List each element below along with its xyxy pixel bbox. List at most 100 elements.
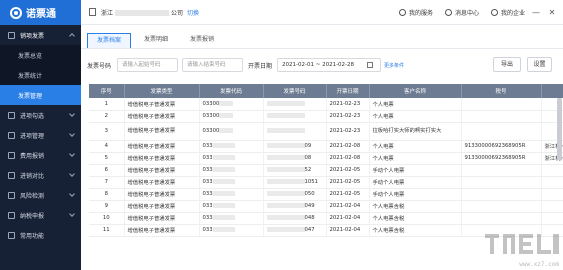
chevron-down-icon	[69, 151, 75, 157]
column-header[interactable]: 发票类型	[124, 84, 200, 98]
table-row[interactable]: 7 增值税电子普通发票 033 1051 2021-02-05 手动个人电票	[89, 176, 563, 189]
cell-tax-id	[461, 122, 542, 141]
number-visible-part: 09	[304, 143, 312, 149]
compare-icon	[8, 171, 15, 179]
cell-buyer	[541, 176, 563, 189]
column-header[interactable]: 发票号码	[263, 84, 327, 98]
cell-number: 08	[263, 152, 327, 165]
table-header-row: 序号发票类型发票代码发票号码开票日期客户名称税号购方	[89, 84, 563, 98]
column-header[interactable]: 客户名称	[369, 84, 462, 98]
sidebar-item-invoice-statistics[interactable]: 发票统计	[0, 65, 81, 85]
cell-tax-id	[461, 212, 542, 225]
sidebar-group-compare[interactable]: 进销对比	[0, 165, 81, 185]
message-center-button[interactable]: 消息中心	[444, 8, 479, 17]
cell-type: 增值税电子普通发票	[124, 224, 200, 237]
cell-customer: 个人电票	[369, 140, 462, 153]
cell-tax-id	[461, 188, 542, 201]
cell-customer: 个人电票	[369, 98, 462, 111]
app-logo[interactable]: 诺票通	[0, 0, 81, 25]
cell-customer: 手动个人电票	[369, 176, 462, 189]
tab-invoice-archive[interactable]: 发票档案	[87, 33, 132, 48]
column-header[interactable]: 税号	[461, 84, 542, 98]
sidebar-group-label: 进项勾选	[20, 112, 45, 120]
cell-buyer	[541, 188, 563, 201]
tab-bar: 发票档案 发票明细 发票报销	[81, 31, 563, 49]
code-visible-part: 033	[202, 155, 213, 161]
code-visible-part: 03300	[202, 113, 220, 119]
table-row[interactable]: 4 增值税电子普通发票 033 09 2021-02-08 个人电票 91330000692…	[89, 140, 563, 153]
cell-code: 033	[199, 140, 264, 153]
sidebar-group-risk[interactable]: 风险检测	[0, 185, 81, 205]
cell-number	[263, 98, 327, 111]
tab-invoice-detail[interactable]: 发票明细	[135, 33, 177, 48]
tab-invoice-reimburse[interactable]: 发票报销	[181, 33, 223, 48]
cell-customer: 个人电票含税	[369, 224, 462, 237]
table-row[interactable]: 2 增值税电子普通发票 03300 2021-02-23 个人电票	[89, 110, 563, 123]
table-row[interactable]: 5 增值税电子普通发票 033 08 2021-02-08 个人电票 91330000692…	[89, 152, 563, 165]
cell-tax-id	[461, 98, 542, 111]
sidebar-item-invoice-management[interactable]: 发票管理	[0, 85, 81, 105]
redaction-mask	[266, 155, 305, 160]
cell-code: 03300	[199, 110, 264, 123]
sidebar: 诺票通 销项发票 发票总览 发票统计 发票管理 进项勾选 进项管理 费用报销 进…	[0, 0, 81, 270]
shield-icon	[8, 191, 15, 199]
export-button[interactable]: 导出	[493, 57, 521, 72]
chevron-down-icon	[69, 191, 75, 197]
invoice-number-to-input[interactable]: 请输入结束号码	[182, 58, 243, 72]
sidebar-group-sales-invoice[interactable]: 销项发票	[0, 25, 81, 45]
redaction-mask	[266, 143, 305, 148]
invoice-number-label: 发票号码	[87, 63, 112, 70]
code-visible-part: 033	[202, 179, 213, 185]
sidebar-group-input-management[interactable]: 进项管理	[0, 125, 81, 145]
table-row[interactable]: 9 增值税电子普通发票 033 049 2021-02-04 个人电票含税	[89, 200, 563, 213]
cell-no: 4	[89, 140, 125, 153]
vertical-scrollbar[interactable]	[557, 98, 562, 160]
cell-code: 033	[199, 188, 264, 201]
issue-date-range-input[interactable]: 2021-02-01 ~ 2021-02-28	[277, 58, 381, 72]
cell-code: 03300	[199, 122, 264, 141]
cell-type: 增值税电子普通发票	[124, 188, 200, 201]
column-header[interactable]: 开票日期	[326, 84, 370, 98]
top-bar: 浙江 公司 切换 我的服务 消息中心 我的企业 — ✕	[81, 0, 563, 25]
settings-button[interactable]: 设置	[527, 57, 552, 72]
table-row[interactable]: 10 增值税电子普通发票 033 048 2021-02-04 个人电票含税	[89, 212, 563, 225]
cell-type: 增值税电子普通发票	[124, 152, 200, 165]
invoice-number-from-input[interactable]: 请输入起始号码	[117, 58, 178, 72]
switch-company-link[interactable]: 切换	[187, 8, 199, 17]
table-row[interactable]: 1 增值税电子普通发票 03300 2021-02-23 个人电票	[89, 98, 563, 111]
number-visible-part: 050	[304, 191, 315, 197]
redaction-mask	[266, 179, 305, 184]
cell-no: 1	[89, 98, 125, 111]
code-visible-part: 033	[202, 167, 213, 173]
table-row[interactable]: 3 增值税电子普通发票 03300 2021-02-23 拉板哈打实大师的啊实打实大	[89, 122, 563, 141]
sidebar-group-input-check[interactable]: 进项勾选	[0, 105, 81, 125]
redaction-mask	[212, 155, 235, 160]
redaction-mask	[212, 215, 235, 220]
sidebar-group-expense[interactable]: 费用报销	[0, 145, 81, 165]
redaction-mask	[212, 191, 235, 196]
close-button[interactable]: ✕	[547, 8, 557, 17]
cell-tax-id: 91330000692368905R	[461, 152, 542, 165]
sidebar-item-invoice-overview[interactable]: 发票总览	[0, 45, 81, 65]
sidebar-group-common[interactable]: 常用功能	[0, 225, 81, 245]
redaction-mask	[266, 167, 305, 172]
my-service-button[interactable]: 我的服务	[398, 8, 433, 17]
more-conditions-link[interactable]: 更多条件	[384, 62, 404, 69]
column-header[interactable]: 发票代码	[199, 84, 264, 98]
table-row[interactable]: 6 增值税电子普通发票 033 52 2021-02-05 手动个人电票	[89, 164, 563, 177]
number-visible-part: 049	[304, 203, 315, 209]
cell-code: 033	[199, 176, 264, 189]
column-header[interactable]: 购方	[541, 84, 563, 98]
my-enterprise-button[interactable]: 我的企业	[490, 8, 525, 17]
code-visible-part: 033	[202, 203, 213, 209]
cell-type: 增值税电子普通发票	[124, 200, 200, 213]
company-name: 浙江 公司	[101, 8, 183, 17]
table-row[interactable]: 8 增值税电子普通发票 033 050 2021-02-05 手动个人电票	[89, 188, 563, 201]
column-header[interactable]: 序号	[89, 84, 125, 98]
chevron-down-icon	[69, 211, 75, 217]
calendar-icon[interactable]	[367, 62, 373, 68]
cell-code: 033	[199, 224, 264, 237]
minimize-button[interactable]: —	[531, 8, 541, 17]
sidebar-group-tax-filing[interactable]: 纳税申报	[0, 205, 81, 225]
user-icon	[490, 9, 498, 16]
